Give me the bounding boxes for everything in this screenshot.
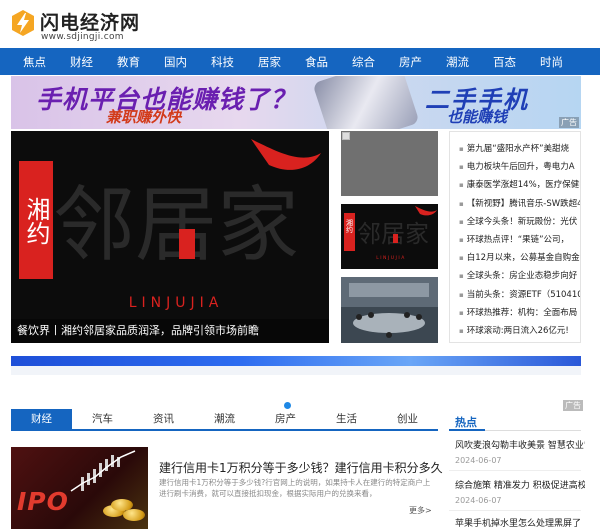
more-link[interactable]: 更多> [409,505,432,516]
slide-thumb-2[interactable]: 湘约 邻居家 LINJUJIA [341,204,438,269]
slide-thumb-1[interactable] [341,131,438,196]
second-ad-banner[interactable] [11,356,581,366]
nav-item-realestate[interactable]: 房产 [387,54,434,70]
nav-item-education[interactable]: 教育 [105,54,152,70]
nav-item-trend[interactable]: 潮流 [434,54,481,70]
list-item[interactable]: 当前头条：资源ETF（510410 [459,286,580,304]
hero-caption[interactable]: 餐饮界丨湘约邻居家品质润泽，品牌引领市场前瞻 [11,319,329,343]
hot-section-header: 热点 [449,409,581,431]
hot-item[interactable]: 苹果手机掉水里怎么处理黑屏了 [455,516,585,529]
site-header: 闪电经济网 www.sdjingji.com [0,0,600,47]
hot-title: 热点 [455,416,477,429]
thumb-art-left-text: 湘约 [346,218,354,234]
carousel-dot[interactable] [284,402,291,409]
list-item[interactable]: 环球滚动:两日流入26亿元! [459,322,580,340]
site-name[interactable]: 闪电经济网 [40,8,140,35]
tab-startup[interactable]: 创业 [377,409,438,429]
article-title[interactable]: 建行信用卡1万积分等于多少钱？建行信用卡积分多久 [159,459,443,476]
nav-item-focus[interactable]: 焦点 [11,54,58,70]
ipo-text: IPO [17,487,69,516]
slide-thumb-3[interactable] [341,277,438,343]
hero-art-sub-text: LINJUJIA [129,295,224,311]
banner-shadow [11,366,581,375]
list-item[interactable]: 环球热推荐：机构：全面布局 [459,304,580,322]
tab-finance[interactable]: 财经 [11,409,72,429]
nav-item-tech[interactable]: 科技 [199,54,246,70]
ad-label: 广告 [559,117,579,128]
tab-auto[interactable]: 汽车 [72,409,133,429]
main-nav: 焦点 财经 教育 国内 科技 居家 食品 综合 房产 潮流 百态 时尚 [0,48,600,75]
nav-item-home[interactable]: 居家 [246,54,293,70]
broken-image-icon [342,132,350,140]
banner-left-subline: 兼职赚外快 [106,108,182,126]
news-list: 第九届“盛阳水产杯”美甜烧 电力板块午后回升，粤电力A 康泰医学涨超14%，医疗… [449,131,581,343]
coin-graphic [123,509,145,521]
banner-right-subline: 也能赚钱 [447,108,508,126]
top-ad-banner[interactable]: 手机平台也能赚钱了？ 兼职赚外快 二手手机 也能赚钱 广告 [11,76,581,129]
thumb-image: 湘约 邻居家 LINJUJIA [341,204,438,269]
list-item[interactable]: 【新视野】腾讯音乐-SW跌超4 [459,195,580,213]
list-item[interactable]: 康泰医学涨超14%，医疗保健E [459,176,580,194]
hero-slide[interactable]: 湘约 邻居家 LINJUJIA 餐饮界丨湘约邻居家品质润泽，品牌引领市场前瞻 [11,131,329,343]
hot-item[interactable]: 风吹麦浪勾勒丰收美景 智慧农业' [455,438,585,451]
article-thumbnail[interactable]: IPO [11,447,148,529]
site-url: www.sdjingji.com [41,32,124,42]
phone-image [312,76,420,129]
nav-item-finance[interactable]: 财经 [58,54,105,70]
tab-news[interactable]: 资讯 [133,409,194,429]
lightning-logo-icon[interactable] [10,9,36,37]
hot-underline [449,429,485,431]
hot-item-date: 2024-06-07 [455,456,502,465]
meeting-photo [341,277,438,343]
nav-item-general[interactable]: 综合 [340,54,387,70]
nav-item-domestic[interactable]: 国内 [152,54,199,70]
divider [449,470,581,471]
hero-art-left-text: 湘约 [22,197,50,245]
list-item[interactable]: 第九届“盛阳水产杯”美甜烧 [459,140,580,158]
tab-life[interactable]: 生活 [316,409,377,429]
list-item[interactable]: 白12月以来，公募基金自购金 [459,249,580,267]
nav-item-life[interactable]: 百态 [481,54,528,70]
hot-item[interactable]: 综合施策 精准发力 积极促进高校 [455,478,585,491]
list-item[interactable]: 电力板块午后回升，粤电力A [459,158,580,176]
tab-realestate[interactable]: 房产 [255,409,316,429]
hot-item-date: 2024-06-07 [455,496,502,505]
list-item[interactable]: 环球热点评！“果链”公司， [459,231,580,249]
article-summary: 建行信用卡1万积分等于多少钱?行官网上的说明，如果持卡人在建行的特定商户上进行刷… [159,478,431,498]
nav-item-food[interactable]: 食品 [293,54,340,70]
category-tabs: 财经 汽车 资讯 潮流 房产 生活 创业 [11,409,438,431]
thumb-art-sub-text: LINJUJIA [376,255,406,261]
nav-item-fashion[interactable]: 时尚 [528,54,575,70]
divider [449,510,581,511]
tab-trend[interactable]: 潮流 [194,409,255,429]
hero-image: 湘约 邻居家 LINJUJIA [11,131,329,343]
list-item[interactable]: 全球头条：房企业态稳步向好 [459,267,580,285]
hero-art-main-text: 邻居家 [53,178,299,273]
list-item[interactable]: 全球今头条！新玩殿份：光伏 [459,213,580,231]
